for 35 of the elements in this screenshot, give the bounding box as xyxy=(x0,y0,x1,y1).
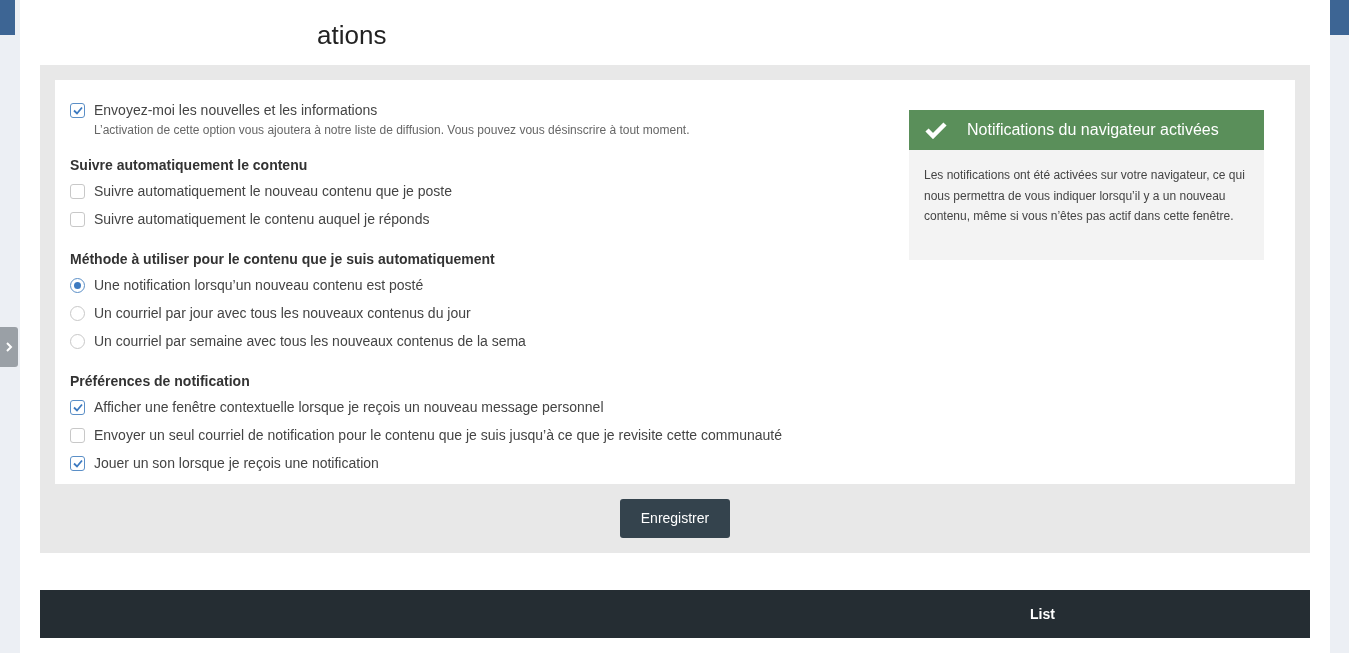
footer-link[interactable]: List xyxy=(1030,603,1055,625)
chevron-right-icon xyxy=(5,342,13,352)
section-heading: Suivre automatiquement le contenu xyxy=(70,156,309,175)
notice-title: Notifications du navigateur activées xyxy=(967,120,1219,140)
section-heading: Préférences de notification xyxy=(70,372,251,391)
option-label: Envoyer un seul courriel de notification pour le contenu que je suis jusqu’à ce que je revisite cette communauté xyxy=(94,425,782,445)
radio-button[interactable] xyxy=(70,277,85,293)
checkbox[interactable] xyxy=(70,211,85,227)
check-icon xyxy=(72,458,83,468)
checkbox[interactable] xyxy=(70,455,85,471)
option-label: Afficher une fenêtre contextuelle lorsque je reçois un nouveau message personnel xyxy=(94,397,604,417)
page-title: ations xyxy=(316,19,388,52)
option-label: Suivre automatiquement le nouveau contenu que je poste xyxy=(94,181,453,201)
option-label: Un courriel par jour avec tous les nouveaux contenus du jour xyxy=(94,303,471,323)
checkbox[interactable] xyxy=(70,183,85,199)
header-bar xyxy=(1330,0,1349,35)
option-label: Jouer un son lorsque je reçois une notification xyxy=(94,453,379,473)
header-bar xyxy=(0,0,15,35)
notice-text: Les notifications ont été activées sur votre navigateur, ce qui nous permettra de vous indiquer lorsqu’il y a un nouveau contenu, même si vous n’êtes pas actif dans cette fenêtre. xyxy=(923,167,1246,225)
section-heading: Méthode à utiliser pour le contenu que je suis automatiquement xyxy=(70,250,496,269)
option-label: Une notification lorsqu’un nouveau contenu est posté xyxy=(94,275,424,295)
checkbox[interactable] xyxy=(70,399,85,415)
check-icon xyxy=(72,402,83,412)
check-icon xyxy=(72,105,83,115)
radio-button[interactable] xyxy=(70,305,85,321)
help-text: L’activation de cette option vous ajoutera à notre liste de diffusion. Vous pouvez vous désinscrire à tout moment. xyxy=(93,122,691,139)
checkbox[interactable] xyxy=(70,102,85,118)
radio-button[interactable] xyxy=(70,333,85,349)
option-label: Suivre automatiquement le contenu auquel je réponds xyxy=(94,209,430,229)
save-button[interactable]: Enregistrer xyxy=(619,499,731,538)
option-label: Un courriel par semaine avec tous les nouveaux contenus de la sema xyxy=(94,331,526,351)
checkbox[interactable] xyxy=(70,427,85,443)
check-icon xyxy=(925,121,947,139)
option-label: Envoyez-moi les nouvelles et les informations xyxy=(94,100,378,120)
sidebar-toggle[interactable] xyxy=(0,327,18,367)
